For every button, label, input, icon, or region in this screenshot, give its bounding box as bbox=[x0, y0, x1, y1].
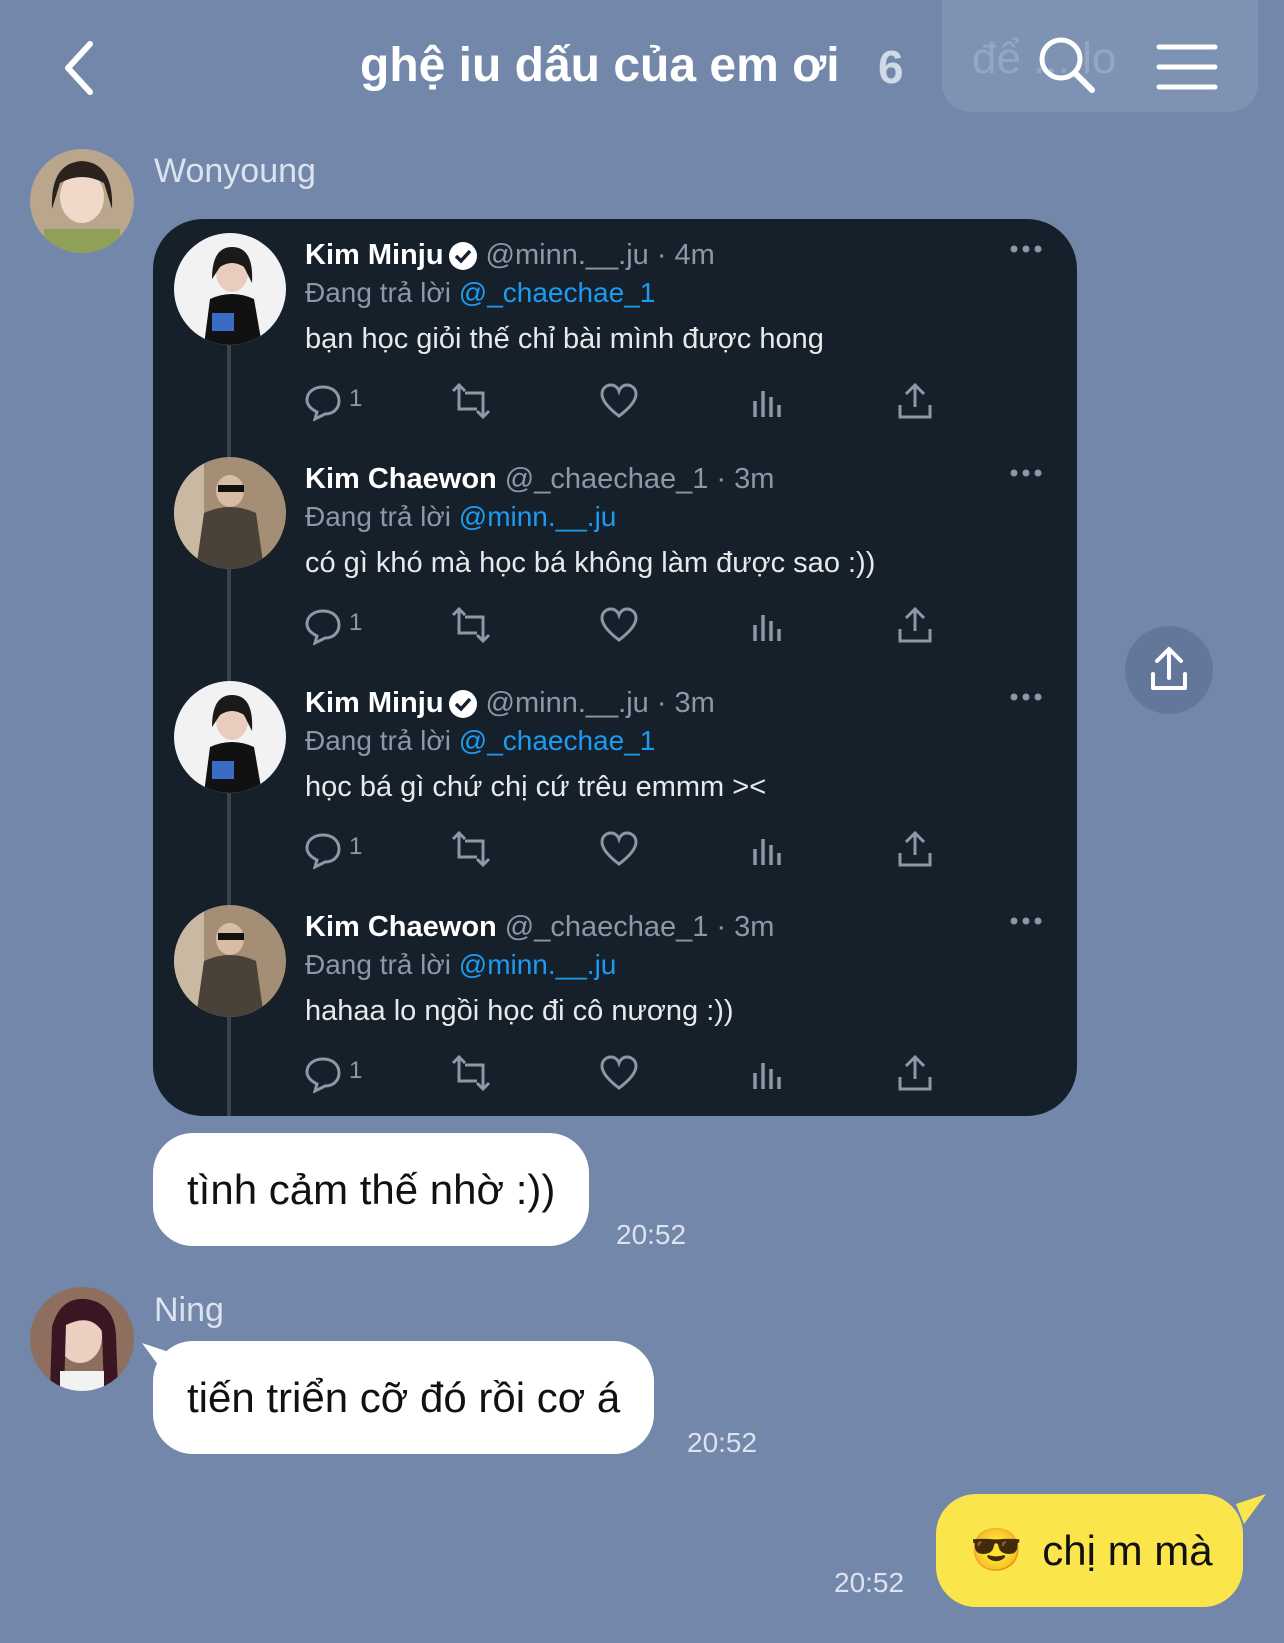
tweet-author-name: Kim Chaewon bbox=[305, 911, 497, 943]
tweet-actions: 1 bbox=[303, 605, 943, 645]
tweet-avatar bbox=[174, 457, 286, 569]
tweet-handle: @minn.__.ju · 4m bbox=[485, 239, 715, 271]
tweet-actions: 1 bbox=[303, 381, 943, 421]
back-button[interactable] bbox=[58, 38, 108, 98]
tweet-body: có gì khó mà học bá không làm được sao :… bbox=[305, 547, 876, 579]
reply-icon[interactable] bbox=[303, 605, 343, 645]
retweet-icon[interactable] bbox=[451, 605, 491, 645]
tweet-mention[interactable]: @minn.__.ju bbox=[459, 949, 617, 980]
tweet-author-name: Kim Minju bbox=[305, 687, 444, 719]
avatar-wonyoung[interactable] bbox=[30, 149, 134, 253]
tweet-reply-to: Đang trả lời @_chaechae_1 bbox=[305, 725, 656, 756]
sender-name: Wonyoung bbox=[154, 152, 316, 190]
menu-button[interactable] bbox=[1156, 42, 1218, 92]
reply-count: 1 bbox=[349, 1057, 363, 1084]
tweet-reply-to: Đang trả lời @minn.__.ju bbox=[305, 949, 617, 980]
message-text: chị m mà bbox=[1042, 1526, 1213, 1574]
views-icon[interactable] bbox=[747, 829, 787, 869]
like-icon[interactable] bbox=[599, 605, 639, 645]
like-icon[interactable] bbox=[599, 829, 639, 869]
tweet-reply-to: Đang trả lời @_chaechae_1 bbox=[305, 277, 656, 308]
chat-header: ghệ iu dấu của em ơi 6 để ... lo bbox=[0, 0, 1284, 140]
tweet-avatar bbox=[174, 905, 286, 1017]
share-icon[interactable] bbox=[895, 829, 935, 869]
more-icon[interactable] bbox=[1009, 691, 1043, 703]
reply-count: 1 bbox=[349, 385, 363, 412]
retweet-icon[interactable] bbox=[451, 1053, 491, 1093]
share-icon bbox=[1151, 647, 1187, 690]
like-icon[interactable] bbox=[599, 381, 639, 421]
message-time: 20:52 bbox=[834, 1567, 905, 1598]
message-bubble[interactable]: tình cảm thế nhờ :)) bbox=[153, 1133, 590, 1246]
reply-icon[interactable] bbox=[303, 1053, 343, 1093]
tweet-item: Kim Minju @minn.__.ju · 3m Đang trả lời … bbox=[153, 667, 1077, 891]
views-icon[interactable] bbox=[747, 1053, 787, 1093]
tweet-item: Kim Minju @minn.__.ju · 4m Đang trả lời … bbox=[153, 219, 1077, 443]
retweet-icon[interactable] bbox=[451, 381, 491, 421]
tweet-avatar bbox=[174, 233, 286, 345]
more-icon[interactable] bbox=[1009, 467, 1043, 479]
more-icon[interactable] bbox=[1009, 915, 1043, 927]
tweet-body: hahaa lo ngồi học đi cô nương :)) bbox=[305, 995, 734, 1027]
tweet-reply-to: Đang trả lời @minn.__.ju bbox=[305, 501, 617, 532]
tweet-item: Kim Chaewon @_chaechae_1 · 3m Đang trả l… bbox=[153, 891, 1077, 1115]
tweet-mention[interactable]: @_chaechae_1 bbox=[459, 277, 656, 308]
back-arrow-icon bbox=[65, 41, 93, 95]
tweet-body: học bá gì chứ chị cứ trêu emmm >< bbox=[305, 771, 767, 803]
tweet-actions: 1 bbox=[303, 829, 943, 869]
sunglasses-emoji-icon: 😎 bbox=[970, 1526, 1023, 1573]
reply-count: 1 bbox=[349, 833, 363, 860]
share-icon[interactable] bbox=[895, 1053, 935, 1093]
share-icon[interactable] bbox=[895, 381, 935, 421]
tweet-author-name: Kim Chaewon bbox=[305, 463, 497, 495]
tweet-avatar bbox=[174, 681, 286, 793]
reply-icon[interactable] bbox=[303, 381, 343, 421]
views-icon[interactable] bbox=[747, 605, 787, 645]
tweet-handle: @minn.__.ju · 3m bbox=[485, 687, 715, 719]
like-icon[interactable] bbox=[599, 1053, 639, 1093]
share-icon[interactable] bbox=[895, 605, 935, 645]
verified-icon bbox=[448, 689, 477, 718]
more-icon[interactable] bbox=[1009, 243, 1043, 255]
tweet-author-name: Kim Minju bbox=[305, 239, 444, 271]
tweet-item: Kim Chaewon @_chaechae_1 · 3m Đang trả l… bbox=[153, 443, 1077, 667]
avatar-ning[interactable] bbox=[30, 1287, 134, 1391]
tweet-mention[interactable]: @_chaechae_1 bbox=[459, 725, 656, 756]
tweet-mention[interactable]: @minn.__.ju bbox=[459, 501, 617, 532]
message-bubble[interactable]: tiến triển cỡ đó rồi cơ á bbox=[153, 1341, 655, 1454]
search-icon bbox=[1039, 37, 1095, 93]
views-icon[interactable] bbox=[747, 381, 787, 421]
chat-title: ghệ iu dấu của em ơi bbox=[360, 39, 840, 92]
tweet-handle: @_chaechae_1 · 3m bbox=[504, 911, 775, 943]
my-message-bubble[interactable]: 😎 chị m mà bbox=[936, 1494, 1243, 1607]
tweet-body: bạn học giỏi thế chỉ bài mình được hong bbox=[305, 323, 824, 355]
member-count: 6 bbox=[878, 41, 904, 93]
reply-icon[interactable] bbox=[303, 829, 343, 869]
reply-count: 1 bbox=[349, 609, 363, 636]
tweet-actions: 1 bbox=[303, 1053, 943, 1093]
search-button[interactable] bbox=[1036, 34, 1098, 96]
message-time: 20:52 bbox=[687, 1427, 758, 1458]
tweet-screenshot-image[interactable]: Kim Minju @minn.__.ju · 4m Đang trả lời … bbox=[153, 219, 1077, 1116]
verified-icon bbox=[448, 241, 477, 270]
menu-icon bbox=[1156, 44, 1218, 90]
retweet-icon[interactable] bbox=[451, 829, 491, 869]
message-time: 20:52 bbox=[616, 1219, 687, 1250]
tweet-handle: @_chaechae_1 · 3m bbox=[504, 463, 775, 495]
sender-name: Ning bbox=[154, 1291, 224, 1329]
share-button[interactable] bbox=[1125, 626, 1213, 714]
